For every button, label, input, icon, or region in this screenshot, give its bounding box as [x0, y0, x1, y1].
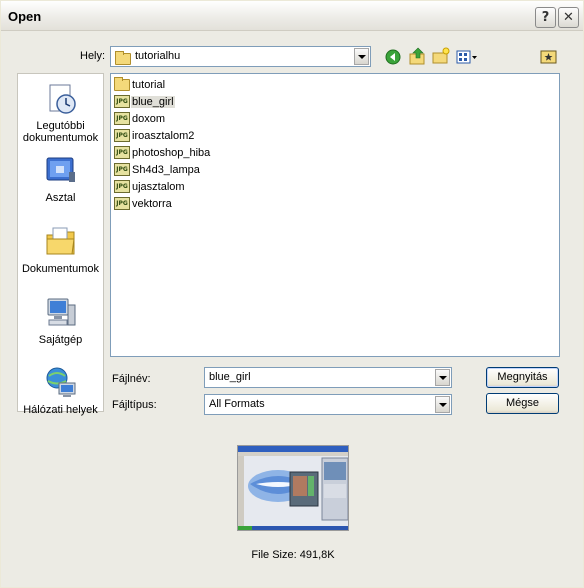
file-size-text: File Size: 491,8K [251, 549, 335, 561]
filetype-value: All Formats [209, 398, 265, 410]
favorite-folder-icon[interactable] [540, 47, 558, 65]
file-list[interactable]: tutorial JPG blue_girl JPG doxom JPG iro… [110, 73, 560, 357]
file-name: ujasztalom [132, 181, 185, 193]
jpg-file-icon: JPG [114, 146, 130, 160]
file-name: doxom [132, 113, 166, 125]
place-documents[interactable]: Dokumentumok [18, 225, 103, 275]
filename-dropdown-button[interactable] [435, 369, 450, 386]
cancel-button[interactable]: Mégse [486, 393, 559, 414]
close-button[interactable]: ✕ [558, 7, 579, 28]
filename-value: blue_girl [209, 371, 251, 383]
help-button[interactable]: ? [535, 7, 556, 28]
my-computer-icon [44, 296, 78, 330]
file-name: iroasztalom2 [132, 130, 195, 142]
file-name: photoshop_hiba [132, 147, 211, 159]
jpg-file-icon: JPG [114, 163, 130, 177]
file-name: vektorra [132, 198, 172, 210]
file-name: Sh4d3_lampa [132, 164, 200, 176]
jpg-file-icon: JPG [114, 180, 130, 194]
open-button[interactable]: Megnyitás [486, 367, 559, 388]
up-folder-icon[interactable] [409, 47, 425, 65]
open-dialog: Open ? ✕ Hely: tutorialhu Legutóbbi doku… [0, 0, 584, 588]
location-label: Hely: [80, 50, 106, 62]
recent-documents-icon [44, 82, 78, 116]
folder-icon [115, 51, 131, 65]
preview-thumbnail [237, 445, 349, 531]
network-places-icon [44, 366, 78, 400]
filetype-dropdown-button[interactable] [435, 396, 450, 413]
title-bar[interactable]: Open ? ✕ [1, 1, 583, 31]
filename-input[interactable]: blue_girl [204, 367, 452, 388]
place-recent[interactable]: Legutóbbi dokumentumok [18, 82, 103, 144]
preview-image [238, 446, 348, 530]
place-desktop[interactable]: Asztal [18, 154, 103, 204]
folder-icon [114, 77, 130, 92]
place-computer[interactable]: Sajátgép [18, 296, 103, 346]
window-title: Open [8, 9, 42, 24]
place-computer-label: Sajátgép [38, 334, 83, 346]
jpg-file-icon: JPG [114, 129, 130, 143]
place-network-label: Hálózati helyek [23, 404, 98, 416]
my-documents-icon [44, 225, 78, 259]
new-folder-icon[interactable] [432, 47, 450, 64]
places-bar: Legutóbbi dokumentumok Asztal Dokumentum… [17, 73, 104, 416]
desktop-icon [44, 154, 78, 188]
jpg-file-icon: JPG [114, 197, 130, 211]
location-dropdown-button[interactable] [354, 48, 369, 65]
file-name: blue_girl [131, 96, 175, 108]
view-menu-icon[interactable] [456, 49, 478, 65]
place-recent-label: Legutóbbi dokumentumok [22, 120, 99, 144]
file-name: tutorial [132, 79, 166, 91]
filename-label: Fájlnév: [112, 373, 151, 385]
jpg-file-icon: JPG [114, 95, 130, 109]
filetype-label: Fájltípus: [112, 399, 157, 411]
place-desktop-label: Asztal [45, 192, 76, 204]
location-value: tutorialhu [135, 50, 181, 62]
place-network[interactable]: Hálózati helyek [18, 366, 103, 416]
jpg-file-icon: JPG [114, 112, 130, 126]
place-documents-label: Dokumentumok [21, 263, 100, 275]
back-icon[interactable] [385, 49, 401, 65]
filetype-select[interactable]: All Formats [204, 394, 452, 415]
location-combo[interactable]: tutorialhu [110, 46, 371, 67]
